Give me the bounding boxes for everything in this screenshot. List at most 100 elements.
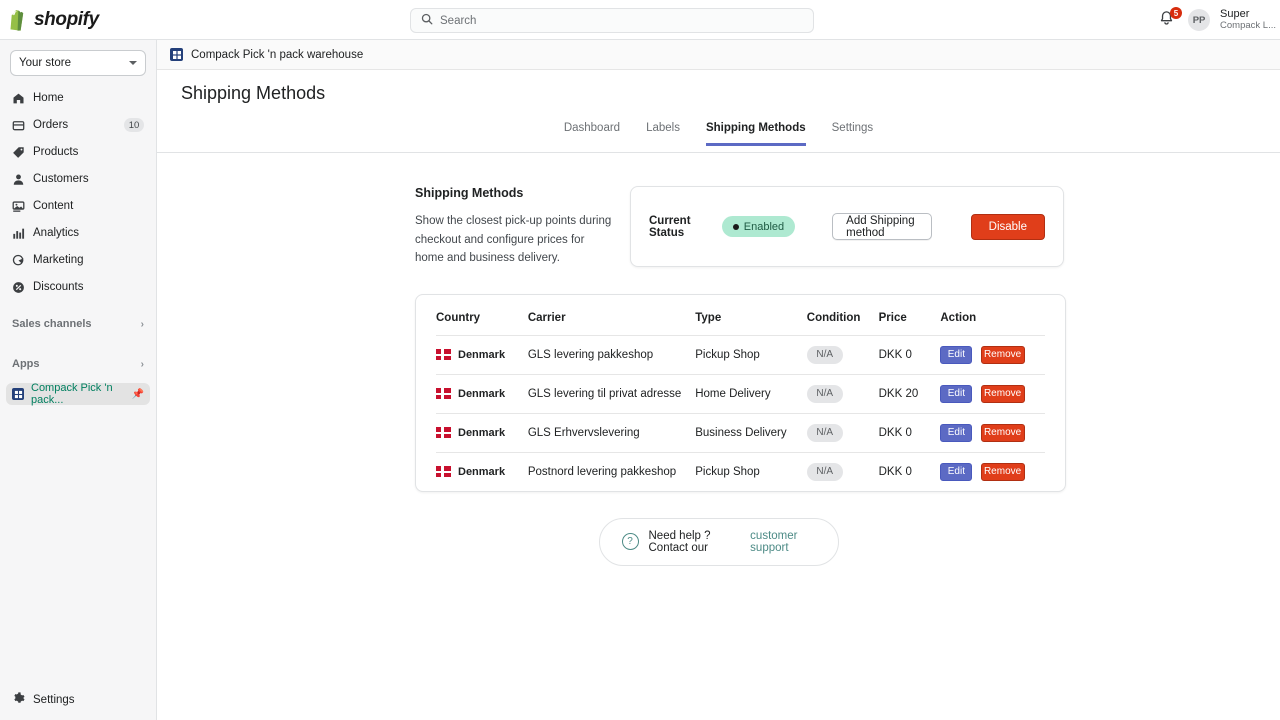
user-menu[interactable]: Super Compack L... <box>1220 8 1276 32</box>
sidebar-section-label: Sales channels <box>12 318 92 330</box>
cell-type: Pickup Shop <box>695 452 807 491</box>
header-carrier: Carrier <box>528 295 695 336</box>
cell-price: DKK 0 <box>879 413 941 452</box>
cell-condition: N/A <box>807 374 879 413</box>
remove-button[interactable]: Remove <box>981 346 1025 364</box>
sidebar-section-apps[interactable]: Apps › <box>12 355 144 373</box>
cell-action: Edit Remove <box>940 335 1045 374</box>
country-label: Denmark <box>458 349 505 361</box>
sidebar-item-label: Analytics <box>33 227 79 239</box>
denmark-flag-icon <box>436 427 451 438</box>
cell-country: Denmark <box>436 452 528 491</box>
condition-badge: N/A <box>807 346 843 364</box>
table-row: Denmark GLS levering til privat adresse … <box>436 374 1045 413</box>
country-label: Denmark <box>458 427 505 439</box>
denmark-flag-icon <box>436 349 451 360</box>
sidebar-item-home[interactable]: Home <box>6 88 150 108</box>
sidebar-item-label: Home <box>33 92 64 104</box>
shipping-methods-table: Country Carrier Type Condition Price Act… <box>436 295 1045 491</box>
pin-icon[interactable]: 📌 <box>132 389 144 400</box>
table-header-row: Country Carrier Type Condition Price Act… <box>436 295 1045 336</box>
sidebar-item-marketing[interactable]: Marketing <box>6 250 150 270</box>
description-column: Shipping Methods Show the closest pick-u… <box>415 186 630 268</box>
content-area: Shipping Methods Show the closest pick-u… <box>157 153 1280 566</box>
sidebar-item-label: Orders <box>33 119 68 131</box>
cell-price: DKK 0 <box>879 335 941 374</box>
sidebar-item-products[interactable]: Products <box>6 142 150 162</box>
tab-settings[interactable]: Settings <box>832 122 874 146</box>
cell-country: Denmark <box>436 335 528 374</box>
home-icon <box>12 92 25 105</box>
compack-app-icon <box>12 388 24 400</box>
notification-count-badge: 5 <box>1170 7 1182 19</box>
cell-carrier: GLS levering pakkeshop <box>528 335 695 374</box>
compack-app-icon <box>170 48 183 61</box>
customer-support-link[interactable]: customer support <box>750 530 815 554</box>
remove-button[interactable]: Remove <box>981 385 1025 403</box>
chevron-down-icon <box>129 61 137 65</box>
status-card: Current Status Enabled Add Shipping meth… <box>630 186 1064 267</box>
country-label: Denmark <box>458 466 505 478</box>
sidebar-item-label: Content <box>33 200 73 212</box>
sidebar-item-content[interactable]: Content <box>6 196 150 216</box>
tab-dashboard[interactable]: Dashboard <box>564 122 620 146</box>
edit-button[interactable]: Edit <box>940 385 972 403</box>
shipping-methods-table-card: Country Carrier Type Condition Price Act… <box>415 294 1066 492</box>
user-name: Super <box>1220 8 1276 21</box>
cell-condition: N/A <box>807 413 879 452</box>
chevron-right-icon: › <box>141 319 144 330</box>
app-header: Compack Pick 'n pack warehouse <box>157 40 1280 70</box>
search-icon <box>421 12 433 30</box>
edit-button[interactable]: Edit <box>940 424 972 442</box>
table-body: Denmark GLS levering pakkeshop Pickup Sh… <box>436 335 1045 491</box>
condition-badge: N/A <box>807 424 843 442</box>
cell-price: DKK 20 <box>879 374 941 413</box>
chevron-right-icon: › <box>141 359 144 370</box>
description-title: Shipping Methods <box>415 186 612 200</box>
search-placeholder: Search <box>440 15 476 27</box>
orders-icon <box>12 119 25 132</box>
cell-condition: N/A <box>807 452 879 491</box>
country-label: Denmark <box>458 388 505 400</box>
tab-labels[interactable]: Labels <box>646 122 680 146</box>
add-shipping-method-button[interactable]: Add Shipping method <box>832 213 931 240</box>
condition-badge: N/A <box>807 463 843 481</box>
sidebar-item-settings[interactable]: Settings <box>6 690 150 710</box>
denmark-flag-icon <box>436 388 451 399</box>
cell-type: Home Delivery <box>695 374 807 413</box>
search-bar[interactable]: Search <box>410 8 814 33</box>
disable-button[interactable]: Disable <box>971 214 1045 240</box>
shopify-logo[interactable]: shopify <box>0 9 150 31</box>
table-row: Denmark Postnord levering pakkeshop Pick… <box>436 452 1045 491</box>
discount-icon <box>12 281 25 294</box>
notifications-button[interactable]: 5 <box>1158 10 1178 30</box>
sidebar-item-discounts[interactable]: Discounts <box>6 277 150 297</box>
sidebar-item-label: Marketing <box>33 254 84 266</box>
help-section: ? Need help ? Contact our customer suppo… <box>157 518 1280 566</box>
cell-country: Denmark <box>436 413 528 452</box>
edit-button[interactable]: Edit <box>940 463 972 481</box>
question-mark-icon: ? <box>622 533 639 550</box>
header-condition: Condition <box>807 295 879 336</box>
page-title: Shipping Methods <box>157 70 1280 104</box>
sidebar-section-sales-channels[interactable]: Sales channels › <box>12 315 144 333</box>
bar-chart-icon <box>12 227 25 240</box>
avatar[interactable]: PP <box>1188 9 1210 31</box>
description-body: Show the closest pick-up points during c… <box>415 212 612 268</box>
cell-carrier: GLS levering til privat adresse <box>528 374 695 413</box>
edit-button[interactable]: Edit <box>940 346 972 364</box>
sidebar-item-analytics[interactable]: Analytics <box>6 223 150 243</box>
tab-shipping-methods[interactable]: Shipping Methods <box>706 122 806 146</box>
sidebar-item-customers[interactable]: Customers <box>6 169 150 189</box>
sidebar-app-label: Compack Pick 'n pack... <box>31 382 125 406</box>
help-box: ? Need help ? Contact our customer suppo… <box>599 518 839 566</box>
remove-button[interactable]: Remove <box>981 463 1025 481</box>
sidebar-item-compack-app[interactable]: Compack Pick 'n pack... 📌 <box>6 383 150 405</box>
sidebar-item-orders[interactable]: Orders 10 <box>6 115 150 135</box>
sidebar: Your store Home Orders 10 Products <box>0 40 157 720</box>
tab-bar: Dashboard Labels Shipping Methods Settin… <box>157 122 1280 153</box>
remove-button[interactable]: Remove <box>981 424 1025 442</box>
table-head: Country Carrier Type Condition Price Act… <box>436 295 1045 336</box>
top-bar-right: 5 PP Super Compack L... <box>1158 0 1280 40</box>
store-selector[interactable]: Your store <box>10 50 146 76</box>
